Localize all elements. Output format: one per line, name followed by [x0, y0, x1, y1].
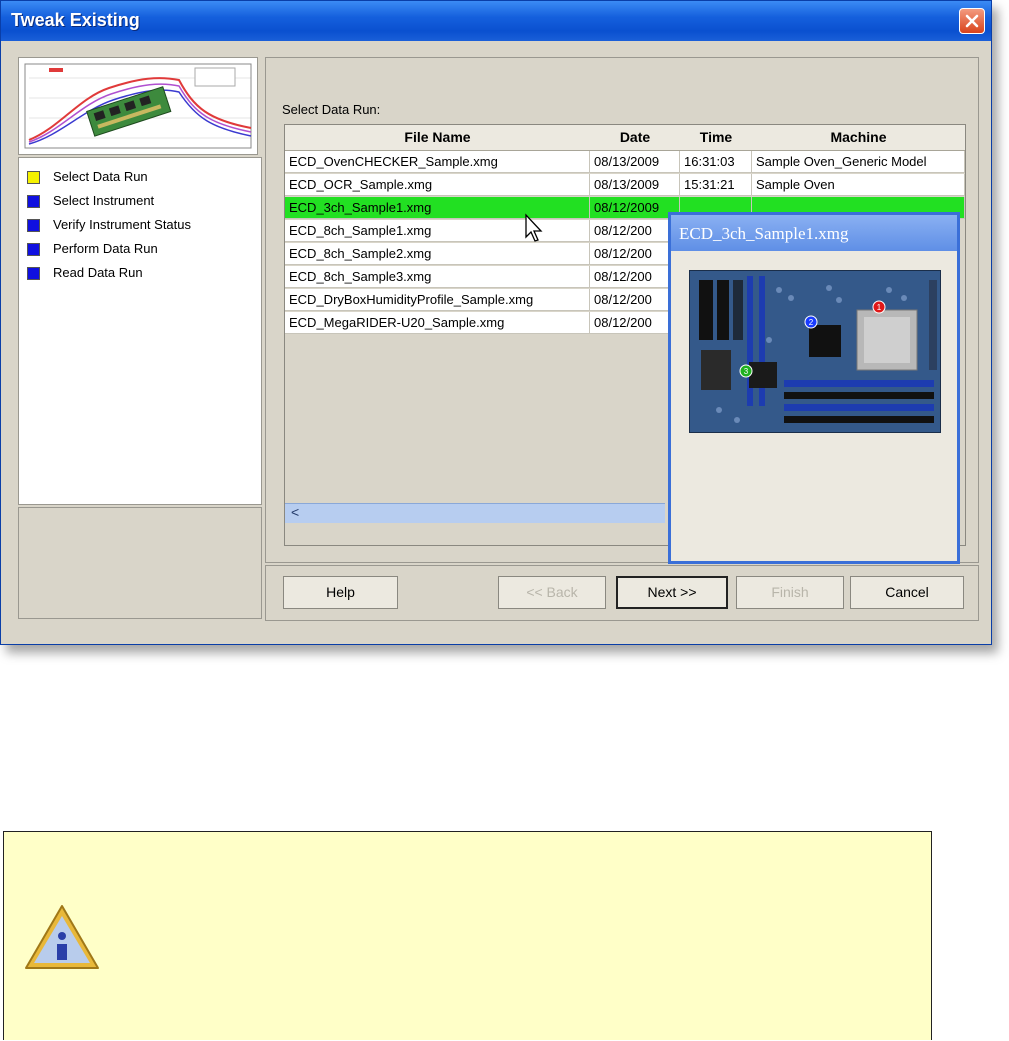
step-pending-icon — [27, 195, 40, 208]
back-button[interactable]: << Back — [498, 576, 606, 609]
date-cell: 08/12/200 — [590, 243, 680, 265]
column-header-date[interactable]: Date — [590, 125, 681, 151]
scroll-left-icon[interactable]: < — [291, 504, 299, 520]
step-label: Read Data Run — [53, 265, 143, 280]
time-cell: 15:31:21 — [680, 174, 752, 196]
wizard-button-bar: Help << Back Next >> Finish Cancel — [265, 565, 979, 621]
motherboard-picture: 1 2 3 — [689, 270, 941, 433]
marker-2-label: 2 — [809, 318, 814, 327]
file-preview-popup: ECD_3ch_Sample1.xmg 1 2 3 — [668, 212, 960, 564]
info-warning-icon — [25, 905, 99, 969]
file-name-cell: ECD_DryBoxHumidityProfile_Sample.xmg — [285, 289, 590, 311]
file-name-cell: ECD_MegaRIDER-U20_Sample.xmg — [285, 312, 590, 334]
file-name-cell: ECD_8ch_Sample2.xmg — [285, 243, 590, 265]
horizontal-scrollbar[interactable]: < — [285, 503, 665, 523]
marker-3-label: 3 — [744, 367, 749, 376]
column-header-machine[interactable]: Machine — [752, 125, 965, 151]
next-button[interactable]: Next >> — [616, 576, 728, 609]
date-cell: 08/12/200 — [590, 220, 680, 242]
step-label: Verify Instrument Status — [53, 217, 192, 232]
step-pending-icon — [27, 243, 40, 256]
motherboard-image: 1 2 3 — [689, 270, 941, 433]
column-header-file-name[interactable]: File Name — [285, 125, 591, 151]
file-name-cell: ECD_OvenCHECKER_Sample.xmg — [285, 151, 590, 173]
popup-title: ECD_3ch_Sample1.xmg — [679, 224, 849, 243]
window-title: Tweak Existing — [11, 10, 140, 30]
step-label: Select Data Run — [53, 169, 148, 184]
date-cell: 08/12/2009 — [590, 197, 680, 219]
popup-title-bar: ECD_3ch_Sample1.xmg — [671, 215, 957, 251]
step-label: Select Instrument — [53, 193, 155, 208]
file-name-cell: ECD_OCR_Sample.xmg — [285, 174, 590, 196]
date-cell: 08/12/200 — [590, 289, 680, 311]
wizard-steps-panel: Select Data Run Select Instrument Verify… — [18, 157, 262, 505]
date-cell: 08/13/2009 — [590, 174, 680, 196]
cancel-button[interactable]: Cancel — [850, 576, 964, 609]
step-current-icon — [27, 171, 40, 184]
step-pending-icon — [27, 219, 40, 232]
machine-cell: Sample Oven — [752, 174, 965, 196]
close-icon — [965, 14, 979, 28]
close-button[interactable] — [959, 8, 985, 34]
mouse-cursor-icon — [525, 213, 543, 242]
column-header-time[interactable]: Time — [680, 125, 753, 151]
profile-thumbnail — [18, 57, 258, 155]
info-note-box — [3, 831, 932, 1040]
profile-chart-thumbnail — [19, 58, 257, 154]
table-row[interactable]: ECD_OCR_Sample.xmg 08/13/2009 15:31:21 S… — [285, 174, 965, 197]
title-bar[interactable]: Tweak Existing — [1, 1, 991, 41]
tweak-existing-window: Tweak Existing Select Data Run Select In… — [0, 0, 992, 645]
window-body: Select Data Run Select Instrument Verify… — [7, 41, 985, 638]
step-label: Perform Data Run — [53, 241, 158, 256]
data-run-panel: Select Data Run: File Name Date Time Mac… — [265, 57, 979, 564]
table-row[interactable]: ECD_OvenCHECKER_Sample.xmg 08/13/2009 16… — [285, 151, 965, 174]
date-cell: 08/12/200 — [590, 312, 680, 334]
step-pending-icon — [27, 267, 40, 280]
left-info-panel — [18, 507, 262, 619]
date-cell: 08/12/200 — [590, 266, 680, 288]
help-button[interactable]: Help — [283, 576, 398, 609]
select-data-run-label: Select Data Run: — [282, 102, 381, 117]
machine-cell: Sample Oven_Generic Model — [752, 151, 965, 173]
finish-button[interactable]: Finish — [736, 576, 844, 609]
date-cell: 08/13/2009 — [590, 151, 680, 173]
file-name-cell: ECD_8ch_Sample3.xmg — [285, 266, 590, 288]
time-cell: 16:31:03 — [680, 151, 752, 173]
marker-1-label: 1 — [877, 303, 882, 312]
